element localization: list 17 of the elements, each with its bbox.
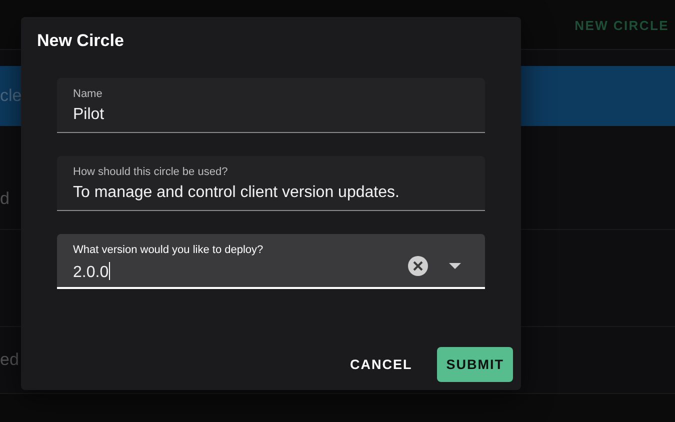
row-text: ed (0, 350, 19, 370)
row-text: d (0, 188, 10, 208)
version-select[interactable]: What version would you like to deploy? 2.0.0 (57, 234, 485, 289)
field-label: Name (73, 88, 102, 100)
dialog-title: New Circle (37, 31, 124, 51)
field-label: What version would you like to deploy? (73, 244, 264, 256)
field-label: How should this circle be used? (73, 166, 228, 178)
clear-icon[interactable] (407, 255, 429, 277)
banner-text: cle (0, 86, 22, 106)
field-value: To manage and control client version updates. (73, 184, 400, 202)
field-value: 2.0.0 (73, 262, 111, 282)
field-value: Pilot (73, 106, 106, 124)
cancel-button[interactable]: CANCEL (341, 347, 422, 382)
text-field[interactable]: How should this circle be used? To manage and control client version updates. (57, 156, 485, 211)
text-field[interactable]: Name Pilot (57, 78, 485, 133)
dropdown-caret-icon[interactable] (449, 263, 461, 269)
submit-button[interactable]: SUBMIT (437, 347, 513, 382)
